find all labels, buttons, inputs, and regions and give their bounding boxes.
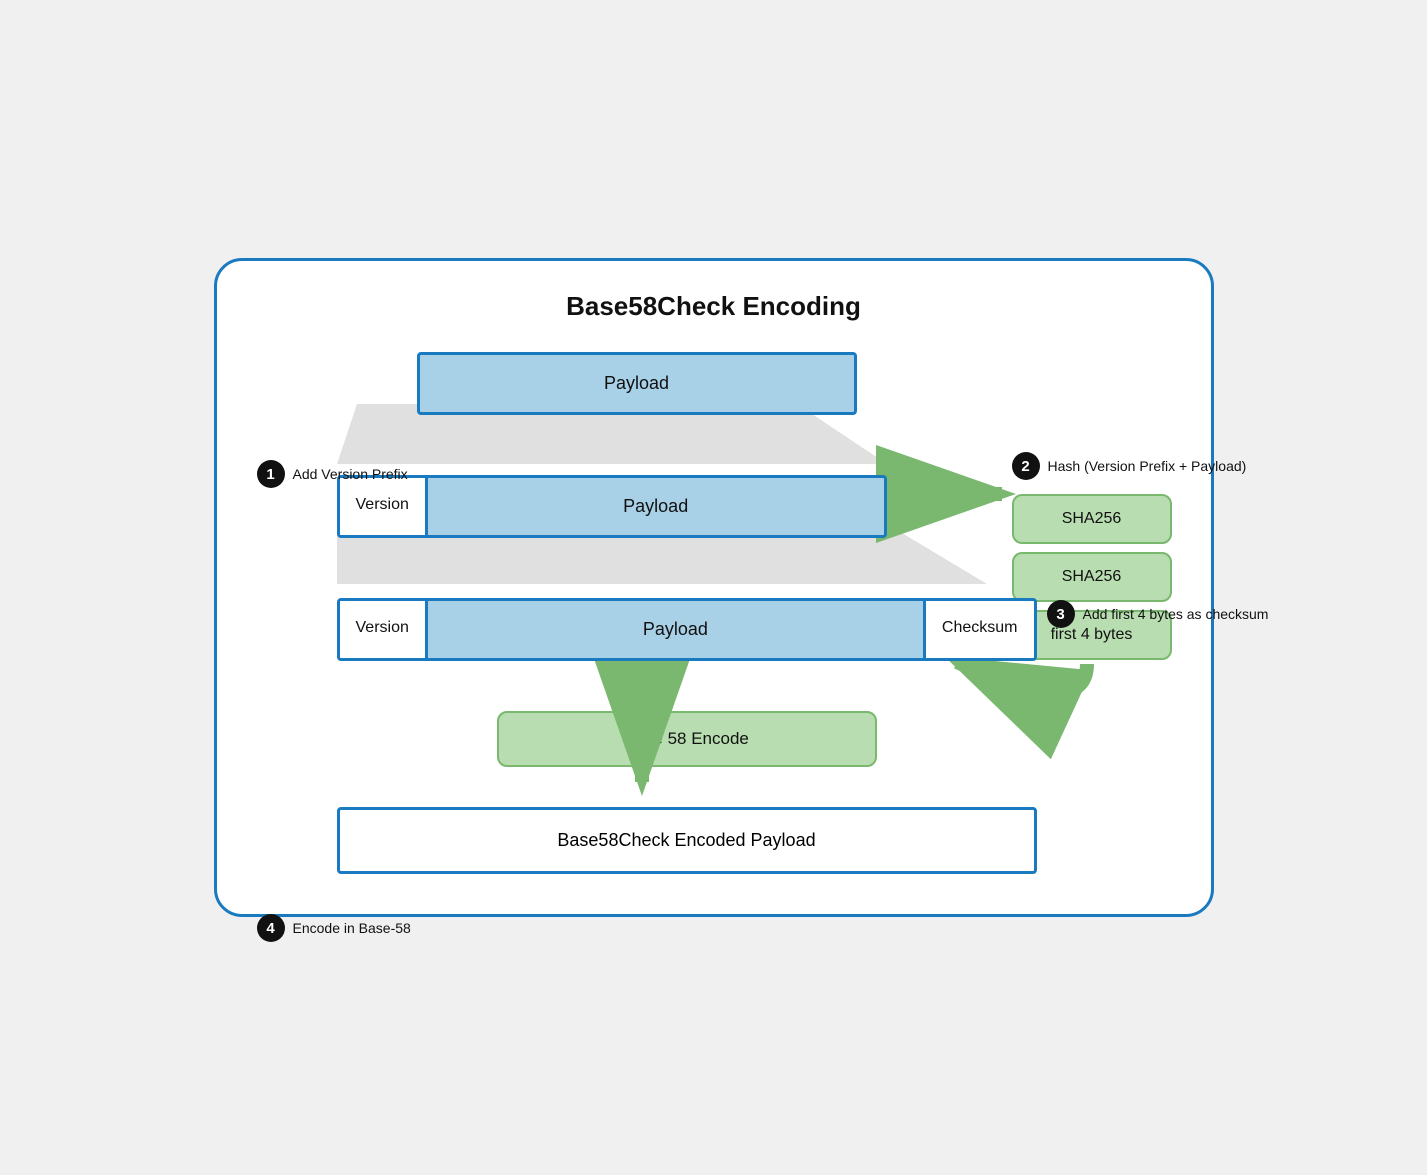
diagram-title: Base58Check Encoding xyxy=(257,291,1171,322)
diagram-container: Base58Check Encoding xyxy=(214,258,1214,917)
payload-box-row2: Payload xyxy=(428,478,884,535)
step1-circle: 1 xyxy=(257,460,285,488)
step4-circle: 4 xyxy=(257,914,285,942)
step3-circle: 3 xyxy=(1047,600,1075,628)
payload-top-box: Payload xyxy=(417,352,857,415)
version-box-row3: Version xyxy=(340,601,428,658)
step2-container: 2 Hash (Version Prefix + Payload) xyxy=(1012,452,1247,480)
step2-circle: 2 xyxy=(1012,452,1040,480)
sha256-box-2: SHA256 xyxy=(1012,552,1172,602)
checksum-box: Checksum xyxy=(923,601,1034,658)
trapezoid-spacer xyxy=(357,415,797,475)
base58-encode-box: Base 58 Encode xyxy=(497,711,877,767)
row3-box: Version Payload Checksum xyxy=(337,598,1037,661)
final-output-box: Base58Check Encoded Payload xyxy=(337,807,1037,874)
row2-box: Version Payload xyxy=(337,475,887,538)
step3-label: Add first 4 bytes as checksum xyxy=(1083,606,1269,622)
step1-label: Add Version Prefix xyxy=(293,466,408,482)
right-column: 2 Hash (Version Prefix + Payload) SHA256… xyxy=(1012,452,1247,668)
step3-container: 3 Add first 4 bytes as checksum xyxy=(1047,600,1269,628)
encode-section: Base 58 Encode xyxy=(337,661,1037,807)
step1-container: 1 Add Version Prefix xyxy=(257,460,408,488)
payload-top-wrapper: Payload xyxy=(357,352,1171,415)
step4-container: 4 Encode in Base-58 xyxy=(257,914,411,942)
step2-label: Hash (Version Prefix + Payload) xyxy=(1048,458,1247,474)
payload-box-row3: Payload xyxy=(428,601,923,658)
step4-label: Encode in Base-58 xyxy=(293,920,411,936)
sha256-box-1: SHA256 xyxy=(1012,494,1172,544)
